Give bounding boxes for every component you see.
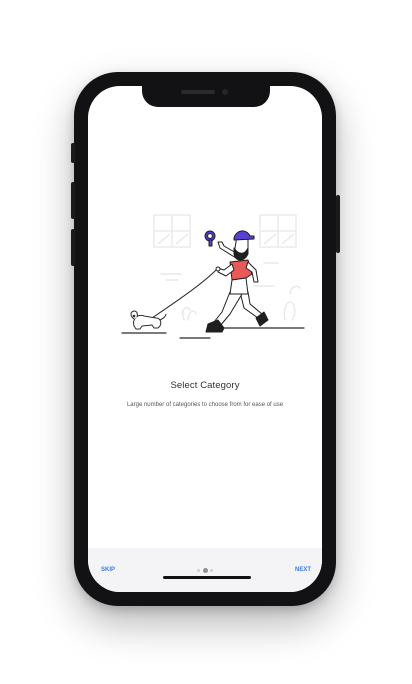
next-button[interactable]: NEXT	[295, 567, 311, 573]
front-camera	[222, 89, 228, 95]
pagination-dots	[197, 568, 215, 573]
power-button	[336, 195, 340, 253]
mute-switch	[71, 143, 75, 163]
volume-down-button	[71, 229, 75, 266]
speaker-grill	[181, 90, 215, 94]
leash	[151, 267, 219, 319]
window-left-icon	[153, 214, 191, 248]
page-dot-3[interactable]	[210, 569, 213, 572]
onboarding-subtitle: Large number of categories to choose fro…	[126, 402, 284, 408]
man-walking-dog-illustration	[121, 214, 305, 339]
window-right-icon	[259, 214, 297, 248]
onboarding-title: Select Category	[170, 380, 240, 391]
dog-icon	[130, 310, 167, 330]
volume-up-button	[71, 182, 75, 219]
page-dot-1[interactable]	[197, 569, 200, 572]
home-indicator[interactable]	[163, 576, 251, 579]
man-icon	[204, 230, 269, 333]
page-dot-2[interactable]	[203, 568, 208, 573]
skip-button[interactable]: SKIP	[101, 567, 115, 573]
canvas: Select Category Large number of categori…	[0, 0, 412, 684]
